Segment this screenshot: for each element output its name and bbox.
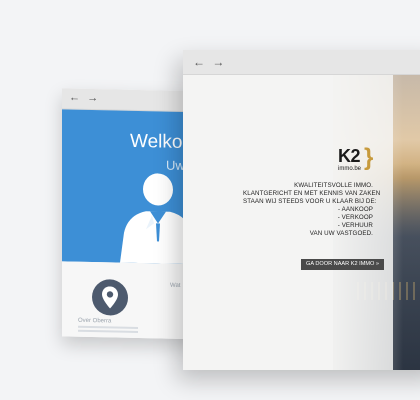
tagline-line: Kwaliteitsvolle immo. [294,182,373,189]
feature-label-2: Wat [170,282,181,289]
back-arrow-icon[interactable]: ← [69,92,82,104]
nav-arrows: ← → [193,55,226,69]
browser-toolbar: ← → [183,50,420,75]
mockup-stage: ← → Welkom Uw Over Oberra Wat ← → K2 imm… [0,0,420,400]
feature-text-lines [78,325,138,335]
logo-brace: } [364,144,374,171]
feature-label-1: Over Oberra [78,317,112,325]
nav-arrows: ← → [69,92,100,105]
location-pin-icon [102,286,118,309]
forward-arrow-icon[interactable]: → [87,92,100,104]
continue-to-k2-button[interactable]: GA DOOR NAAR K2 IMMO » [301,259,385,270]
tagline-line: Klantgericht en met kennis van zaken [243,190,381,197]
tagline-line: - Verkoop [337,214,373,221]
tagline-line: - Aankoop [338,206,373,213]
back-arrow-icon[interactable]: ← [193,55,207,69]
tagline-line: staan wij steeds voor u klaar bij de: [243,198,377,205]
tagline-line: van uw vastgoed. [309,230,373,237]
tagline-line: - Verhuur [337,222,373,229]
k2-logo: K2 immo.be } [338,144,374,177]
front-browser-window: ← → K2 immo.be } Kwaliteitsvolle immo. K… [183,50,420,370]
landing-content: K2 immo.be } Kwaliteitsvolle immo. Klant… [183,75,420,370]
forward-arrow-icon[interactable]: → [212,55,226,69]
tagline: Kwaliteitsvolle immo. Klantgericht en me… [243,182,381,238]
location-pin-button[interactable] [92,279,128,316]
